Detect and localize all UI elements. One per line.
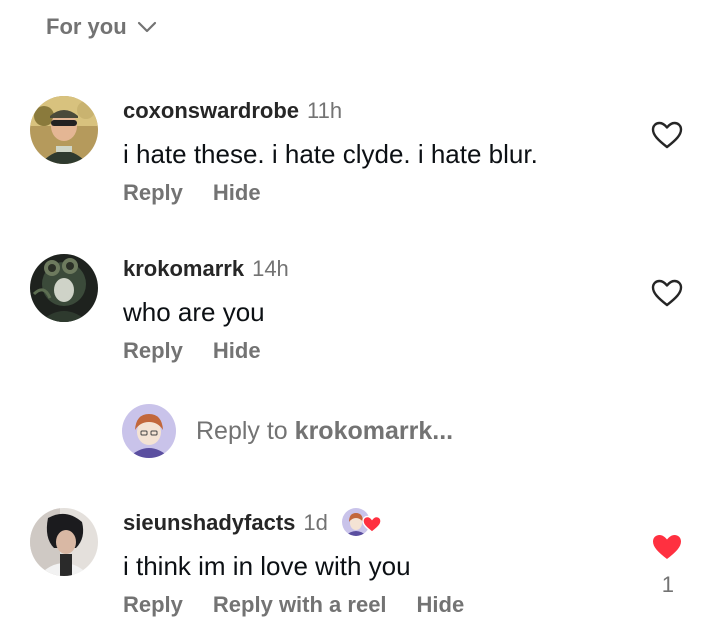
comment-timestamp: 14h [252, 256, 289, 281]
comment-username[interactable]: coxonswardrobe [123, 98, 299, 124]
reply-button[interactable]: Reply [123, 338, 183, 364]
chevron-down-icon [137, 20, 157, 34]
like-button[interactable] [650, 120, 684, 150]
avatar [122, 404, 176, 458]
heart-filled-icon [653, 535, 681, 559]
avatar[interactable] [30, 254, 98, 322]
comment-username[interactable]: krokomarrk [123, 256, 244, 282]
comment-item: krokomarrk 14h who are you Reply Hide [30, 254, 720, 374]
filter-label: For you [46, 14, 127, 39]
heart-filled-icon [362, 515, 382, 533]
reply-button[interactable]: Reply [123, 592, 183, 618]
hide-button[interactable]: Hide [213, 338, 261, 364]
heart-outline-icon [651, 279, 683, 307]
reply-button[interactable]: Reply [123, 180, 183, 206]
comment-item: coxonswardrobe 11h i hate these. i hate … [30, 96, 720, 216]
reply-placeholder: Reply to krokomarrk... [196, 416, 454, 445]
like-count: 1 [661, 572, 674, 597]
reply-input[interactable]: Reply to krokomarrk... [122, 404, 453, 458]
comment-text: i hate these. i hate clyde. i hate blur. [123, 139, 538, 169]
avatar[interactable] [30, 96, 98, 164]
like-button[interactable] [650, 278, 684, 308]
comment-text: i think im in love with you [123, 551, 411, 581]
comment-filter-dropdown[interactable]: For you [46, 14, 157, 40]
like-button[interactable] [650, 532, 684, 562]
reply-target-username: krokomarrk... [294, 416, 454, 445]
heart-outline-icon [651, 121, 683, 149]
hide-button[interactable]: Hide [213, 180, 261, 206]
comment-item: sieunshadyfacts 1d i think im in love wi… [30, 508, 720, 628]
comment-timestamp: 1d [303, 510, 328, 535]
hide-button[interactable]: Hide [417, 592, 465, 618]
comment-username[interactable]: sieunshadyfacts [123, 510, 295, 536]
comment-timestamp: 11h [307, 98, 343, 123]
comment-text: who are you [123, 297, 265, 327]
liked-by-creator-badge [341, 507, 382, 539]
avatar[interactable] [30, 508, 98, 576]
reply-with-reel-button[interactable]: Reply with a reel [213, 592, 387, 618]
